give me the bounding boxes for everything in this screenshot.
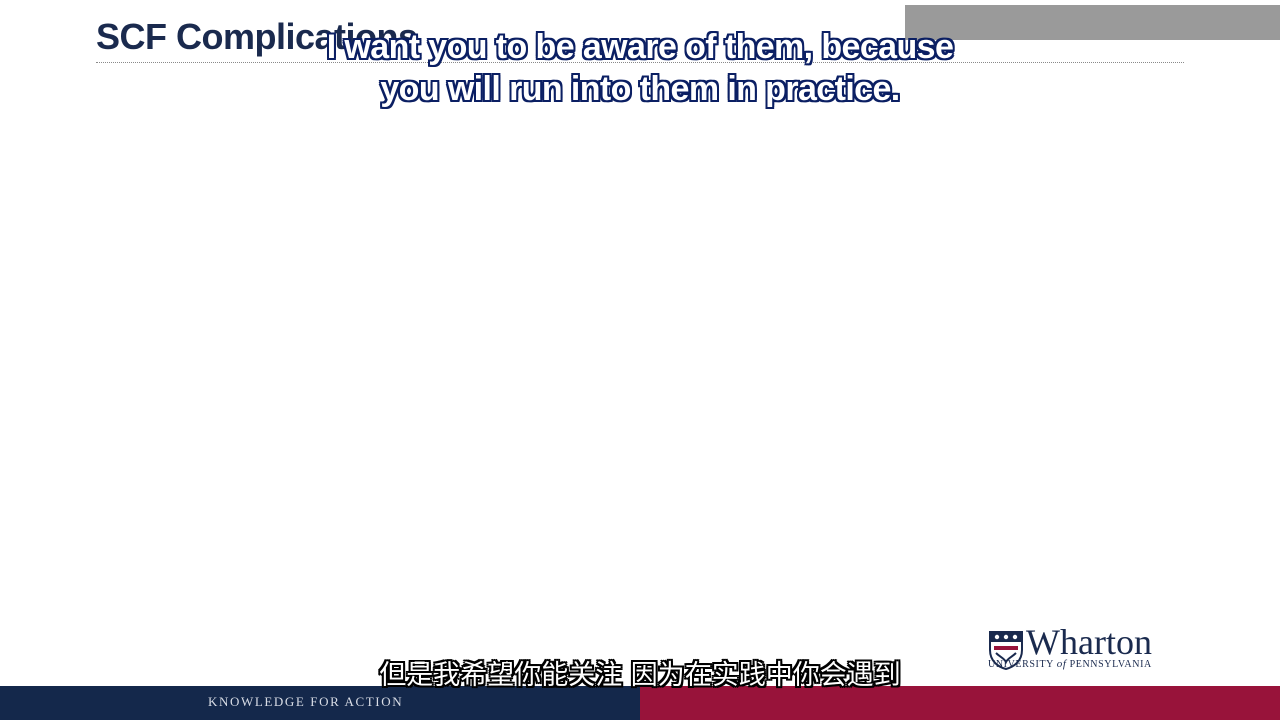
chinese-subtitle: 但是我希望你能关注 因为在实践中你会遇到 (379, 660, 901, 691)
footer-tagline: KNOWLEDGE FOR ACTION (208, 694, 404, 709)
english-subtitle: I want you to be aware of them, because … (0, 26, 1280, 110)
english-subtitle-line-2: you will run into them in practice. (380, 70, 900, 108)
english-subtitle-line-1: I want you to be aware of them, because (326, 28, 954, 66)
